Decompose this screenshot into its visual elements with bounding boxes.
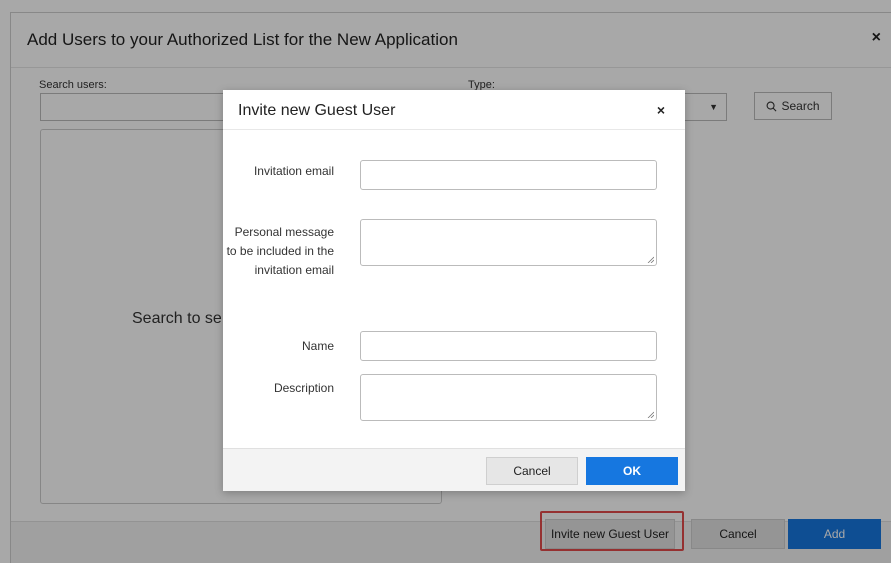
description-textarea[interactable] [360,374,657,421]
personal-message-textarea[interactable] [360,219,657,266]
close-icon[interactable]: × [657,102,665,118]
resize-grip-icon[interactable] [647,411,654,418]
invitation-email-input[interactable] [360,160,657,190]
name-label: Name [301,339,334,353]
ok-button[interactable]: OK [586,457,678,485]
personal-message-label: Personal message to be included in the i… [226,225,334,277]
description-label: Description [273,381,334,395]
invitation-email-label: Invitation email [253,164,334,178]
name-input[interactable] [360,331,657,361]
resize-grip-icon[interactable] [647,256,654,263]
modal-header: Invite new Guest User × [223,90,685,130]
modal-cancel-button[interactable]: Cancel [486,457,578,485]
invite-guest-modal: Invite new Guest User × Invitation email… [223,90,685,491]
modal-title: Invite new Guest User [238,102,396,119]
